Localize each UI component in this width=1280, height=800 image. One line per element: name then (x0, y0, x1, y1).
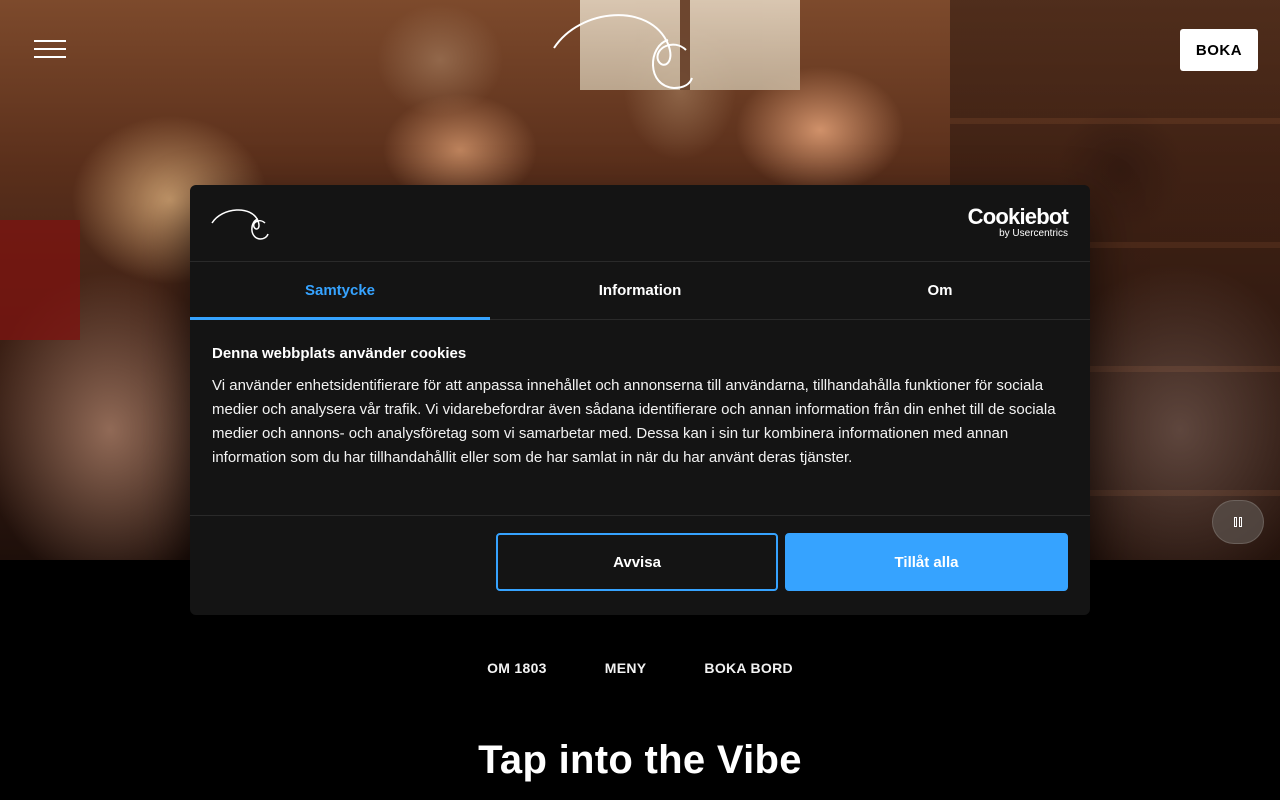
cookie-tabs: Samtycke Information Om (190, 262, 1090, 320)
cookie-text: Vi använder enhetsidentifierare för att … (212, 377, 1056, 466)
cookie-heading: Denna webbplats använder cookies (212, 345, 467, 362)
bottom-nav: OM 1803 MENY BOKA BORD (0, 660, 1280, 676)
cookiebot-by: by Usercentrics (999, 228, 1068, 239)
pause-icon[interactable] (1212, 500, 1264, 544)
accept-all-button[interactable]: Tillåt alla (785, 533, 1068, 591)
cookie-body: Denna webbplats använder cookies Vi anvä… (190, 320, 1090, 516)
nav-item-meny[interactable]: MENY (605, 660, 647, 676)
cookiebot-name: Cookiebot (967, 204, 1069, 229)
logo-icon[interactable] (550, 8, 700, 94)
hero-seat (0, 220, 80, 340)
cookie-dialog-header: Cookiebot by Usercentrics (190, 185, 1090, 262)
cookie-dialog: Cookiebot by Usercentrics Samtycke Infor… (190, 185, 1090, 615)
cookie-actions: Avvisa Tillåt alla (496, 533, 1068, 591)
tagline: Tap into the Vibe (478, 738, 802, 782)
nav-item-boka-bord[interactable]: BOKA BORD (704, 660, 793, 676)
cookiebot-brand: Cookiebot by Usercentrics (967, 204, 1069, 240)
hamburger-menu-icon[interactable] (34, 40, 66, 60)
tab-information[interactable]: Information (490, 262, 790, 319)
decline-button[interactable]: Avvisa (496, 533, 778, 591)
book-button[interactable]: BOKA (1180, 29, 1258, 71)
dialog-logo-icon (211, 209, 269, 240)
nav-item-om-1803[interactable]: OM 1803 (487, 660, 547, 676)
tab-samtycke[interactable]: Samtycke (190, 262, 490, 320)
tab-om[interactable]: Om (790, 262, 1090, 319)
